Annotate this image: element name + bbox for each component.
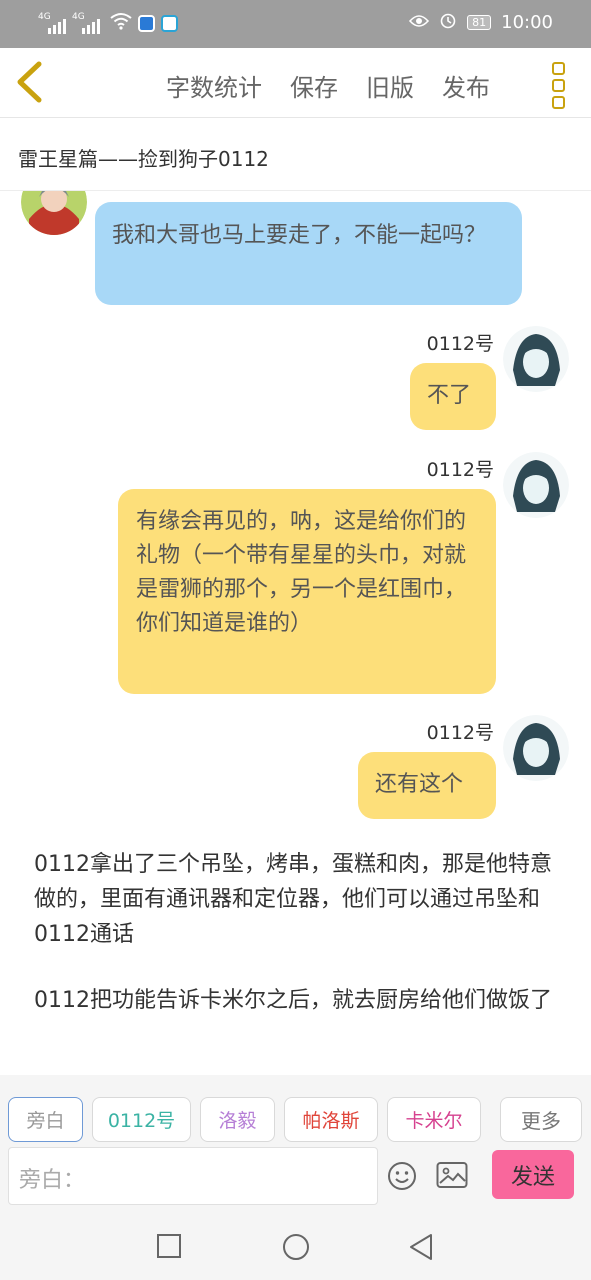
story-title: 雷王星篇——捡到狗子0112 bbox=[18, 147, 269, 171]
message-bubble[interactable]: 还有这个 bbox=[358, 752, 496, 819]
save-button[interactable]: 保存 bbox=[290, 68, 338, 103]
message-bubble[interactable]: 不了 bbox=[410, 363, 496, 430]
character-chip-0112[interactable]: 0112号 bbox=[92, 1097, 191, 1142]
character-chip-luoyi[interactable]: 洛毅 bbox=[200, 1097, 275, 1142]
signal-icon: 4G bbox=[38, 12, 66, 34]
avatar-left[interactable] bbox=[21, 191, 87, 235]
emoji-icon[interactable] bbox=[387, 1161, 419, 1193]
character-chip-narrator[interactable]: 旁白 bbox=[8, 1097, 83, 1142]
status-bar: 4G 4G 81 10:00 bbox=[0, 0, 591, 48]
back-nav-icon[interactable] bbox=[408, 1233, 434, 1265]
more-characters-button[interactable]: 更多 bbox=[500, 1097, 582, 1142]
image-icon[interactable] bbox=[436, 1161, 468, 1193]
signal-icon-2: 4G bbox=[72, 12, 100, 34]
old-version-button[interactable]: 旧版 bbox=[366, 68, 414, 103]
alarm-icon bbox=[439, 11, 457, 34]
sender-name: 0112号 bbox=[426, 459, 494, 481]
send-button[interactable]: 发送 bbox=[492, 1150, 574, 1199]
sender-name: 0112号 bbox=[426, 722, 494, 744]
back-icon[interactable] bbox=[12, 60, 52, 106]
wifi-icon bbox=[110, 12, 132, 35]
sender-name: 0112号 bbox=[426, 333, 494, 355]
narration-text[interactable]: 0112拿出了三个吊坠，烤串，蛋糕和肉，那是他特意做的，里面有通讯器和定位器，他… bbox=[34, 847, 564, 952]
message-input[interactable]: 旁白： bbox=[8, 1147, 378, 1205]
top-toolbar: 字数统计 保存 旧版 发布 bbox=[0, 48, 591, 118]
chat-area[interactable]: 我和大哥也马上要走了，不能一起吗？ 0112号 不了 0112号 有缘会再见的，… bbox=[0, 191, 591, 1075]
narration-text[interactable]: 0112把功能告诉卡米尔之后，就去厨房给他们做饭了 bbox=[34, 983, 564, 1018]
message-bubble[interactable]: 我和大哥也马上要走了，不能一起吗？ bbox=[95, 202, 522, 305]
toolbar-actions: 字数统计 保存 旧版 发布 bbox=[166, 68, 490, 103]
character-chips: 旁白 0112号 洛毅 帕洛斯 卡米尔 bbox=[8, 1097, 481, 1142]
message-bubble[interactable]: 有缘会再见的，呐，这是给你们的礼物（一个带有星星的头巾，对就是雷狮的那个，另一个… bbox=[118, 489, 496, 694]
avatar-right[interactable] bbox=[503, 715, 569, 781]
word-count-button[interactable]: 字数统计 bbox=[166, 68, 262, 103]
avatar-right[interactable] bbox=[503, 452, 569, 518]
character-chip-paluosi[interactable]: 帕洛斯 bbox=[284, 1097, 378, 1142]
more-menu-icon[interactable] bbox=[552, 62, 566, 113]
battery-icon: 81 bbox=[467, 15, 492, 30]
recent-apps-icon[interactable] bbox=[156, 1233, 182, 1263]
shield-app-icon bbox=[138, 15, 155, 32]
compose-panel: 旁白 0112号 洛毅 帕洛斯 卡米尔 更多 旁白： 发送 bbox=[0, 1075, 591, 1205]
character-chip-kamier[interactable]: 卡米尔 bbox=[387, 1097, 481, 1142]
app-icon bbox=[161, 15, 178, 32]
avatar-right[interactable] bbox=[503, 326, 569, 392]
publish-button[interactable]: 发布 bbox=[442, 68, 490, 103]
clock: 10:00 bbox=[501, 12, 553, 33]
eye-icon bbox=[409, 12, 430, 33]
home-icon[interactable] bbox=[282, 1233, 310, 1265]
system-nav-bar bbox=[0, 1205, 591, 1280]
